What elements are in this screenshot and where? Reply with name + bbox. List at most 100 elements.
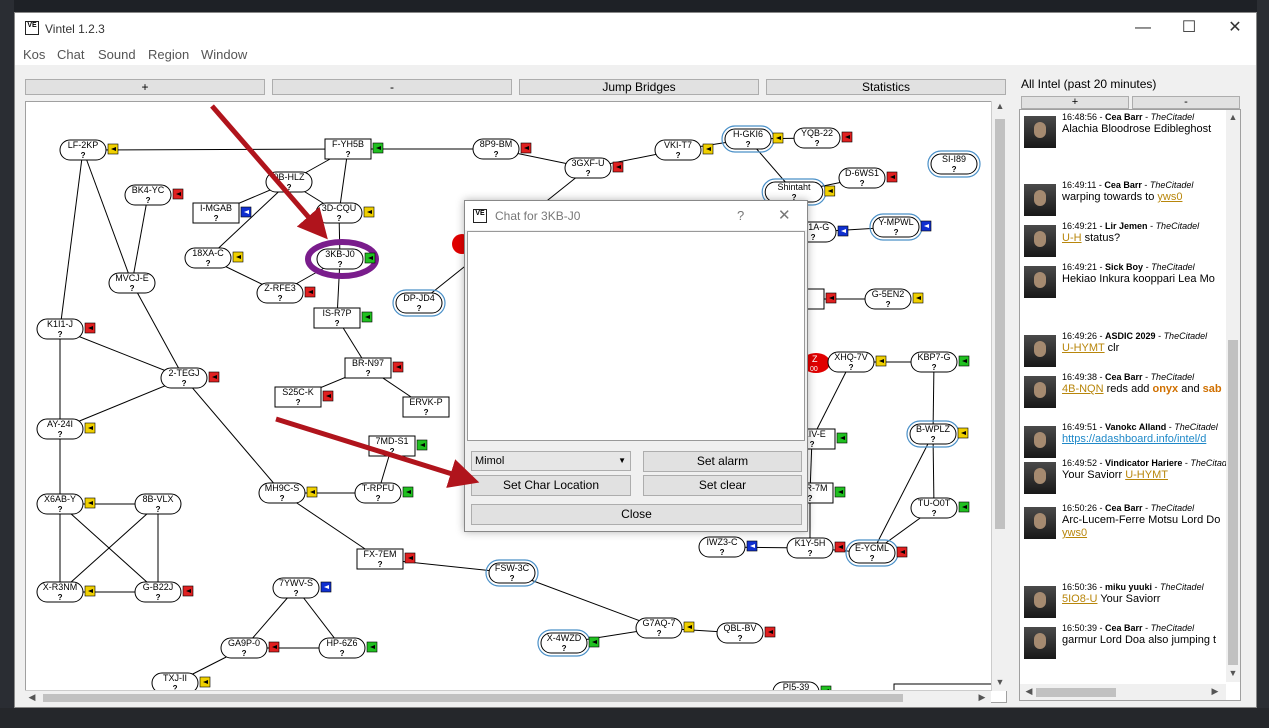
system-link[interactable]: U-HYMT [1062, 342, 1105, 354]
intel-vertical-scrollbar[interactable]: ▲ ▼ [1226, 110, 1240, 682]
system-node[interactable]: 18XA-C? [184, 247, 244, 269]
system-node[interactable]: VKI-T7? [654, 139, 714, 161]
system-node[interactable]: G7AQ-7? [635, 617, 695, 639]
dialog-close-icon[interactable]: ✕ [778, 206, 791, 224]
system-node[interactable]: TU-O0T? [910, 497, 970, 519]
system-node[interactable]: 7YWV-S? [272, 577, 332, 599]
system-node[interactable]: XHQ-7V? [827, 351, 887, 373]
zoom-out-button[interactable]: - [272, 79, 512, 95]
system-node[interactable]: H-GKI6? [721, 125, 784, 153]
intel-scroll-up-icon[interactable]: ▲ [1226, 112, 1240, 122]
system-node[interactable]: S25C-K? [274, 386, 334, 408]
statistics-button[interactable]: Statistics [766, 79, 1006, 95]
system-link[interactable]: yws0 [1062, 527, 1087, 539]
chat-text-area[interactable] [467, 231, 805, 441]
system-node[interactable]: MH9C-S? [258, 482, 318, 504]
intel-scroll-right-icon[interactable]: ▶ [1208, 686, 1222, 697]
system-node[interactable]: IWZ3-C? [698, 536, 758, 558]
system-node[interactable]: IS-R7P? [313, 307, 373, 329]
map-hscroll-thumb[interactable] [43, 694, 903, 702]
system-node[interactable]: D-6WS1? [838, 167, 898, 189]
system-node[interactable]: Z-RFE3? [256, 282, 316, 304]
system-node[interactable]: K1I1-J? [36, 318, 96, 340]
menu-region[interactable]: Region [148, 47, 189, 62]
intel-vscroll-thumb[interactable] [1228, 340, 1238, 665]
system-node[interactable]: X6AB-Y? [36, 493, 96, 515]
system-node[interactable]: 3D-CQU? [315, 202, 375, 224]
system-link[interactable]: 4B-NQN [1062, 383, 1104, 395]
system-node[interactable]: HP-6Z6? [318, 637, 378, 659]
character-select[interactable]: Mimol ▼ [471, 451, 631, 471]
system-node[interactable]: 0B-HLZ? [265, 171, 313, 193]
system-node[interactable]: T-RPFU? [354, 482, 414, 504]
map-vertical-scrollbar[interactable]: ▲ ▼ [991, 101, 1007, 691]
help-icon[interactable]: ? [737, 208, 744, 223]
system-node[interactable]: G-B22J? [134, 581, 194, 603]
system-node[interactable]: E-YCML? [845, 539, 908, 567]
scroll-up-icon[interactable]: ▲ [993, 101, 1007, 111]
intel-scroll-down-icon[interactable]: ▼ [1226, 668, 1240, 678]
menu-kos[interactable]: Kos [23, 47, 45, 62]
scroll-left-icon[interactable]: ◀ [25, 692, 39, 703]
set-alarm-button[interactable]: Set alarm [643, 451, 802, 472]
minimize-button[interactable]: — [1120, 13, 1166, 43]
scroll-right-icon[interactable]: ▶ [975, 692, 989, 703]
intel-panel[interactable]: 16:48:56 - Cea Barr - TheCitadel Alachia … [1019, 109, 1241, 701]
system-node[interactable]: BK4-YC? [124, 184, 184, 206]
system-node[interactable]: SI-I89? [927, 150, 981, 178]
system-node[interactable]: B-WPLZ? [906, 420, 969, 448]
system-node[interactable]: BR-N97? [344, 357, 404, 379]
system-node[interactable]: GA9P-0? [220, 637, 280, 659]
intel-horizontal-scrollbar[interactable]: ◀ ▶ [1020, 684, 1226, 700]
intel-scroll-left-icon[interactable]: ◀ [1022, 686, 1036, 697]
system-node[interactable]: AY-24I? [36, 418, 96, 440]
set-char-location-button[interactable]: Set Char Location [471, 475, 631, 496]
system-node[interactable]: KBP7-G? [910, 351, 970, 373]
intel-channel: TheCitadel [1160, 582, 1204, 592]
intel-minus-button[interactable]: - [1132, 96, 1240, 109]
system-link[interactable]: U-H [1062, 232, 1082, 244]
map-horizontal-scrollbar[interactable]: ◀ ▶ [25, 690, 991, 704]
intel-meta: 16:49:26 - ASDIC 2029 - TheCitadel [1062, 331, 1207, 341]
map-vscroll-thumb[interactable] [995, 119, 1005, 529]
system-link[interactable]: https://adashboard.info/intel/d [1062, 433, 1206, 445]
system-link[interactable]: yws0 [1157, 191, 1182, 203]
menu-window[interactable]: Window [201, 47, 247, 62]
close-window-button[interactable]: ✕ [1212, 13, 1258, 43]
system-node[interactable]: MVCJ-E? [108, 272, 156, 294]
system-link[interactable]: U-HYMT [1125, 469, 1168, 481]
system-node[interactable]: FSW-3C? [485, 559, 539, 587]
intel-plus-button[interactable]: + [1021, 96, 1129, 109]
system-node[interactable]: X-R3NM? [36, 581, 96, 603]
system-node[interactable]: 3GXF-U? [564, 157, 624, 179]
system-node[interactable]: 3KB-J0? [316, 248, 376, 270]
system-node[interactable]: G-5EN2? [864, 288, 924, 310]
menu-chat[interactable]: Chat [57, 47, 84, 62]
close-dialog-button[interactable]: Close [471, 504, 802, 525]
system-node[interactable]: LF-2KP? [59, 139, 119, 161]
system-node[interactable]: YQB-22? [793, 127, 853, 149]
system-link[interactable]: sab [1203, 383, 1222, 395]
system-node[interactable]: ERVK-P? [402, 396, 450, 418]
system-node[interactable]: QBL-BV? [716, 622, 776, 644]
system-node[interactable]: X-4WZD? [537, 629, 600, 657]
menu-sound[interactable]: Sound [98, 47, 136, 62]
intel-hscroll-thumb[interactable] [1036, 688, 1116, 697]
system-node[interactable]: 8P9-BM? [472, 138, 532, 160]
system-node[interactable]: Y-MPWL? [869, 213, 932, 241]
maximize-button[interactable]: ☐ [1166, 13, 1212, 43]
system-link[interactable]: onyx [1152, 383, 1178, 395]
system-node[interactable]: K1Y-5H? [786, 537, 846, 559]
zoom-in-button[interactable]: + [25, 79, 265, 95]
scroll-down-icon[interactable]: ▼ [993, 677, 1007, 687]
jump-bridges-button[interactable]: Jump Bridges [519, 79, 759, 95]
system-node[interactable]: DP-JD4? [392, 289, 446, 317]
system-node[interactable]: F-YH5B? [324, 138, 384, 160]
system-node[interactable]: 7MD-S1? [368, 435, 428, 457]
system-node[interactable]: I-MGAB? [192, 202, 252, 224]
system-link[interactable]: 5IO8-U [1062, 593, 1097, 605]
system-node[interactable]: FX-7EM? [356, 548, 416, 570]
system-node[interactable]: 2-TEGJ? [160, 367, 220, 389]
system-node[interactable]: 8B-VLX? [134, 493, 182, 515]
set-clear-button[interactable]: Set clear [643, 475, 802, 496]
